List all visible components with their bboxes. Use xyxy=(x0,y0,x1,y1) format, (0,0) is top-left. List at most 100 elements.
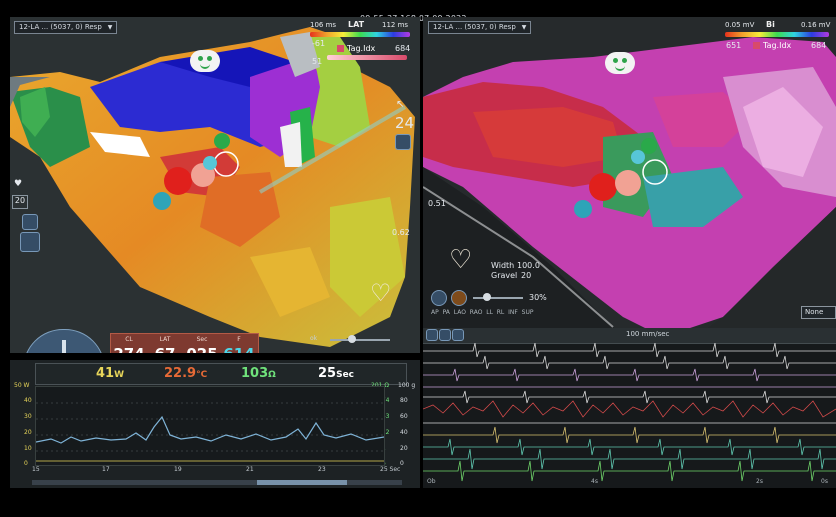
right-voltage-map[interactable]: 12-LA ... (5037, 0) Resp ▼ 0.05 mV 0.16 m… xyxy=(423,17,836,353)
stat-cl: CL 274 xyxy=(113,336,144,353)
right-scale-title: Bi xyxy=(766,20,775,29)
time-scrollbar-thumb[interactable] xyxy=(257,480,347,485)
left-map-selector[interactable]: 12-LA ... (5037, 0) Resp ▼ xyxy=(14,21,118,34)
left-tag-legend: Tag.Idx xyxy=(337,44,375,53)
ecg-traces xyxy=(423,343,836,482)
y-force-tick: 100 g xyxy=(398,382,416,389)
left-scale-max: 112 ms xyxy=(382,21,409,29)
ecg-trace xyxy=(423,355,836,370)
smiley-face-icon xyxy=(190,50,220,72)
right-scale-max: 0.16 mV xyxy=(801,21,831,29)
ecg-trace xyxy=(423,368,836,382)
ecg-trace xyxy=(423,343,836,358)
stat-lat: LAT 67 xyxy=(155,336,176,353)
left-lat-map[interactable]: 12-LA ... (5037, 0) Resp ▼ 106 ms 112 ms … xyxy=(10,17,420,353)
view-buttons[interactable]: AP PA LAO RAO LL RL INF SUP xyxy=(431,309,533,316)
lat-color-scale xyxy=(310,32,410,37)
view-ap[interactable]: AP xyxy=(431,309,439,316)
voltage-color-scale xyxy=(725,32,829,37)
view-rl[interactable]: RL xyxy=(497,309,505,316)
y-force-tick: 20 xyxy=(400,445,408,452)
left-zoom-controls[interactable]: ok xyxy=(310,335,420,353)
y-force-tick: 40 xyxy=(400,429,408,436)
opacity-slider[interactable] xyxy=(473,297,523,299)
view-sup[interactable]: SUP xyxy=(522,309,534,316)
temperature-readout: 22.9°C xyxy=(164,366,208,381)
y-left-tick: 20 xyxy=(24,429,32,436)
opacity-icon[interactable] xyxy=(451,290,467,306)
point-tool-icon[interactable] xyxy=(20,232,40,252)
right-tag-value: 684 xyxy=(811,41,827,50)
ecg-speed-label: 100 mm/sec xyxy=(626,330,670,338)
left-value-062: 0.62 xyxy=(392,228,410,237)
view-ll[interactable]: LL xyxy=(486,309,493,316)
ecg-time-label: 2s xyxy=(756,478,763,485)
view-rao[interactable]: RAO xyxy=(470,309,483,316)
ecg-panel: None 100 mm/sec Ob 4s 2s 0s xyxy=(423,306,836,488)
ecg-time-label: Ob xyxy=(427,478,436,485)
y-force-tick: 80 xyxy=(400,397,408,404)
heart-orientation-icon[interactable]: ♡ xyxy=(449,245,472,275)
x-tick: 19 xyxy=(174,466,182,473)
y-left-tick: 50 W xyxy=(14,382,30,389)
right-tag-legend: Tag.Idx xyxy=(753,41,791,50)
top-bar xyxy=(0,0,836,15)
ecg-trace xyxy=(423,448,836,470)
ok-label: ok xyxy=(310,335,318,342)
time-readout: 25Sec xyxy=(318,366,355,381)
right-value-051: 0.51 xyxy=(428,199,446,208)
y-left-tick: 0 xyxy=(24,460,28,467)
x-tick: 15 xyxy=(32,466,40,473)
smiley-face-icon xyxy=(605,52,635,74)
rotate-icon[interactable] xyxy=(431,290,447,306)
ablation-trend-plot xyxy=(35,386,385,466)
right-scale-min: 0.05 mV xyxy=(725,21,755,29)
ecg-time-label: 0s xyxy=(821,478,828,485)
force-trace xyxy=(35,415,385,444)
zoom-slider-thumb[interactable] xyxy=(348,335,356,343)
right-map-selector-label: 12-LA ... (5037, 0) Resp xyxy=(433,23,516,31)
ablation-panel: 41W 22.9°C 103Ω 25Sec 50 W 40 30 20 10 0… xyxy=(10,360,420,488)
chevron-down-icon: ▼ xyxy=(521,24,527,31)
y-force-tick: 60 xyxy=(400,413,408,420)
zoom-slider[interactable] xyxy=(330,339,390,341)
gear-icon[interactable] xyxy=(22,214,38,230)
arrow-up-left-icon[interactable]: ↖ xyxy=(396,99,404,110)
left-scale-title: LAT xyxy=(348,20,365,29)
left-value-20[interactable]: 20 xyxy=(12,195,28,209)
heart-tool-icon[interactable]: ♥ xyxy=(14,179,22,189)
slash-tool-icon[interactable] xyxy=(395,134,411,150)
none-selector[interactable]: None xyxy=(801,306,836,319)
left-tag-label: Tag.Idx xyxy=(347,44,376,53)
right-tag-low: 651 xyxy=(726,41,742,50)
ecg-trace xyxy=(423,426,836,444)
y-force-tick: 0 xyxy=(400,460,404,467)
ecg-tool-icon[interactable] xyxy=(426,329,438,341)
chevron-down-icon: ▼ xyxy=(107,24,113,31)
tag-color-scale xyxy=(327,55,407,60)
right-map-selector[interactable]: 12-LA ... (5037, 0) Resp ▼ xyxy=(428,21,532,34)
view-lao[interactable]: LAO xyxy=(454,309,466,316)
left-tag-low: 51 xyxy=(312,57,323,66)
ecg-trace xyxy=(423,460,836,482)
ablation-readout: 41W 22.9°C 103Ω 25Sec xyxy=(35,363,407,385)
ecg-tool-icon[interactable] xyxy=(439,329,451,341)
heart-orientation-icon[interactable]: ♡ xyxy=(370,279,392,307)
stat-sec: Sec 025 xyxy=(186,336,217,353)
tag-color-swatch xyxy=(337,45,344,52)
dial-needle xyxy=(62,340,66,353)
left-scale-min: 106 ms xyxy=(310,21,337,29)
view-inf[interactable]: INF xyxy=(508,309,518,316)
width-value: 100.0 xyxy=(517,261,540,270)
tag-color-swatch xyxy=(753,42,760,49)
ecg-tool-icon[interactable] xyxy=(452,329,464,341)
power-readout: 41W xyxy=(96,366,125,381)
ecg-trace xyxy=(423,390,836,404)
width-label: Width xyxy=(491,261,515,270)
view-pa[interactable]: PA xyxy=(443,309,450,316)
opacity-value: 30% xyxy=(529,293,547,302)
catheter-stats-panel: CL 274 LAT 67 Sec 025 F 614 xyxy=(110,333,259,353)
x-tick: 21 xyxy=(246,466,254,473)
time-scrollbar[interactable] xyxy=(32,480,402,485)
opacity-slider-thumb[interactable] xyxy=(483,293,491,301)
